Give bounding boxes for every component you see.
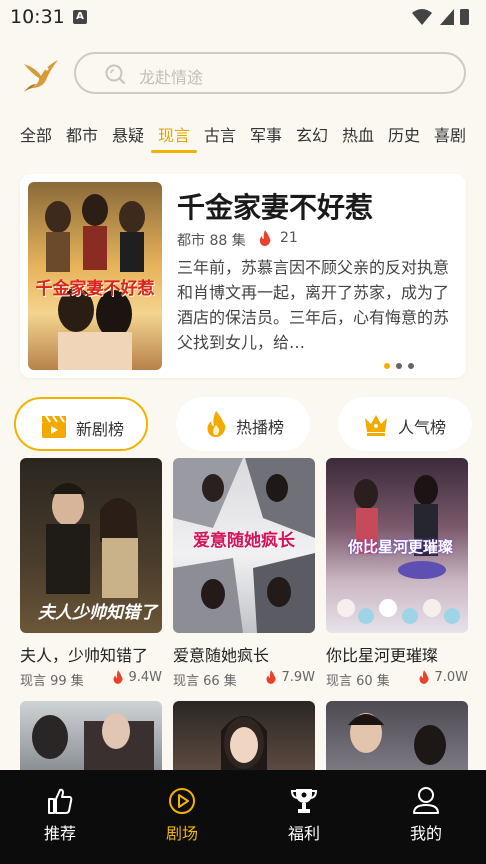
drama-meta: 现言 66 集 [173,674,237,689]
drama-title: 你比星河更璀璨 [326,646,439,665]
fire-icon [113,670,123,684]
nav-label: 我的 [409,824,442,843]
category-tab[interactable]: 喜剧 [434,122,466,146]
battery-icon [460,9,469,25]
drama-meta: 现言 60 集 [326,674,390,689]
search-placeholder: 龙赴情途 [139,68,204,87]
play-circle-icon [169,788,195,814]
drama-grid: 夫人少帅知错了 夫人，少帅知错了 现言 99 集 9.4W 爱意随她疯长 爱意随… [0,458,486,778]
category-tab[interactable]: 全部 [20,122,52,146]
drama-card[interactable]: 爱意随她疯长 爱意随她疯长 现言 66 集 7.9W [173,458,315,689]
nav-mine[interactable]: 我的 [386,786,466,846]
fire-icon [419,670,429,684]
drama-title: 夫人，少帅知错了 [20,646,149,665]
rank-tab-new[interactable]: 新剧榜 [14,397,148,451]
wifi-icon [412,9,432,25]
search-bar[interactable]: 龙赴情途 [74,52,466,94]
category-tabs: 全部 都市 悬疑 现言 古言 军事 玄幻 热血 历史 喜剧 [0,116,486,156]
drama-card-partial[interactable] [173,701,315,771]
category-tab[interactable]: 历史 [388,122,420,146]
nav-label: 福利 [287,824,320,843]
featured-meta: 都市 88 集 [177,233,246,249]
drama-title: 爱意随她疯长 [173,646,270,665]
active-tab-indicator [151,150,197,153]
rank-tab-label: 人气榜 [398,418,447,437]
category-tab[interactable]: 热血 [342,122,374,146]
featured-title: 千金家妻不好惹 [177,191,374,224]
featured-poster-title: 千金家妻不好惹 [35,279,155,299]
drama-poster-title: 你比星河更璀璨 [348,538,454,556]
status-bar: 10:31 A [0,0,486,34]
swallow-logo[interactable] [22,54,60,92]
user-icon [413,787,439,814]
drama-poster[interactable]: 夫人少帅知错了 [20,458,162,633]
flame-icon [207,411,226,437]
clapperboard-icon [42,415,66,438]
drama-card-partial[interactable] [20,701,162,771]
category-tab[interactable]: 古言 [204,122,236,146]
drama-heat: 7.0W [434,670,468,685]
category-tab-active[interactable]: 现言 [158,122,190,146]
featured-poster[interactable]: 千金家妻不好惹 [28,182,162,370]
category-tab[interactable]: 玄幻 [296,122,328,146]
drama-card[interactable]: 你比星河更璀璨 你比星河更璀璨 现言 60 集 7.0W [326,458,468,689]
carousel-dot [396,363,402,369]
search-icon [105,64,126,85]
drama-card[interactable]: 夫人少帅知错了 夫人，少帅知错了 现言 99 集 9.4W [20,458,162,689]
thumbs-up-icon [48,788,73,814]
nav-recommend[interactable]: 推荐 [20,786,100,846]
trophy-icon [290,789,318,813]
drama-poster-art [32,713,154,771]
rank-tab-popular[interactable]: 人气榜 [338,397,472,451]
crown-icon [365,415,387,436]
drama-heat: 7.9W [281,670,315,685]
nav-label: 剧场 [165,824,198,843]
featured-heat: 21 [280,230,298,246]
signal-icon [440,9,454,25]
carousel-dot [408,363,414,369]
header: 龙赴情途 [0,50,486,96]
status-icons [412,9,469,25]
drama-poster[interactable]: 你比星河更璀璨 [326,458,468,633]
status-time: 10:31 [10,6,65,28]
carousel-dot-active [384,363,390,369]
fire-icon [266,670,276,684]
fire-icon [259,230,271,246]
bottom-nav: 推荐 剧场 福利 我的 [0,770,486,864]
drama-card-partial[interactable] [326,701,468,771]
drama-poster-art [348,713,446,765]
rank-tab-label: 热播榜 [236,418,285,437]
drama-poster[interactable]: 爱意随她疯长 [173,458,315,633]
nav-theater[interactable]: 剧场 [142,786,222,846]
rank-tabs: 新剧榜 热播榜 人气榜 [0,397,486,451]
nav-welfare[interactable]: 福利 [264,786,344,846]
drama-poster-art [221,716,267,771]
drama-poster-title: 夫人少帅知错了 [38,603,157,623]
notification-icon: A [73,10,87,24]
rank-tab-label: 新剧榜 [76,420,125,439]
category-tab[interactable]: 悬疑 [112,122,144,146]
featured-description: 三年前，苏慕言因不顾父亲的反对执意和肖博文再一起，离开了苏家，成为了酒店的保洁员… [177,258,450,352]
drama-poster-title: 爱意随她疯长 [193,531,295,551]
category-tab[interactable]: 军事 [250,122,282,146]
featured-banner[interactable]: 千金家妻不好惹 千金家妻不好惹 都市 88 集 21 三年前，苏慕言因不顾父亲的… [20,174,466,378]
drama-meta: 现言 99 集 [20,674,84,689]
carousel-dots [384,363,424,371]
nav-label: 推荐 [43,824,76,843]
category-tab[interactable]: 都市 [66,122,98,146]
rank-tab-hot[interactable]: 热播榜 [176,397,310,451]
drama-heat: 9.4W [128,670,162,685]
